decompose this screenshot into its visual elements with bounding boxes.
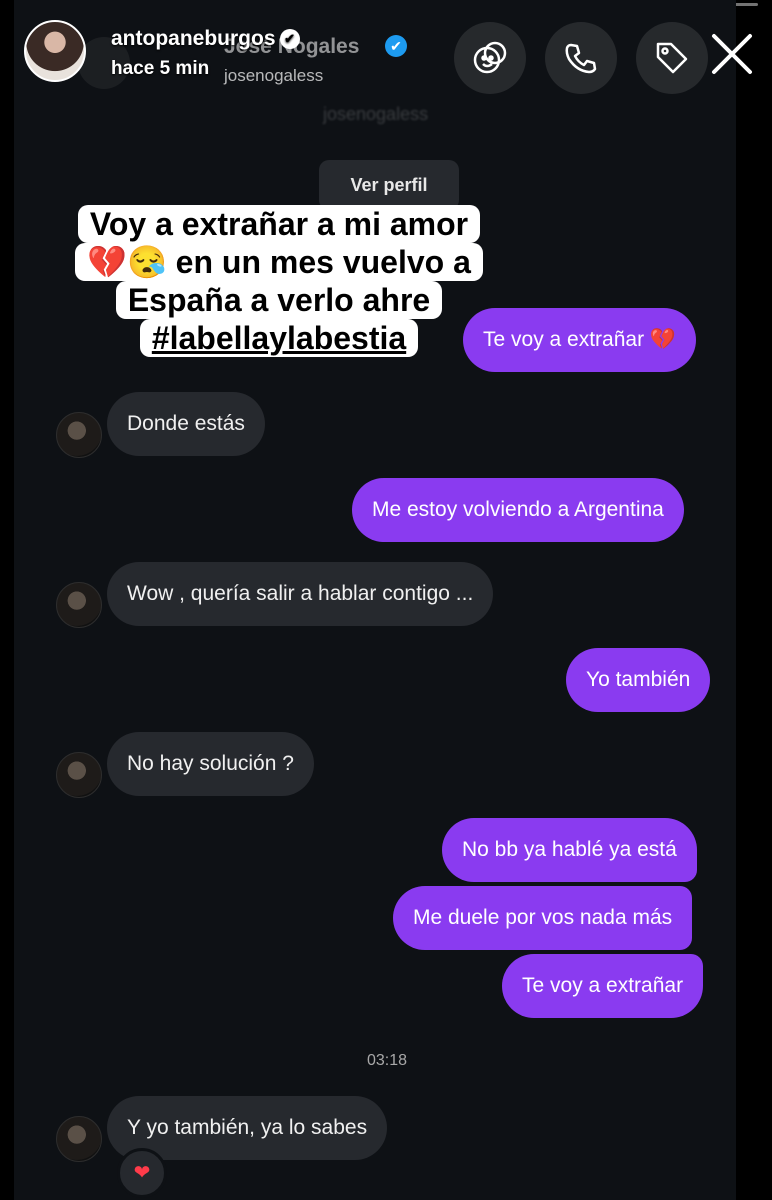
call-button[interactable] bbox=[545, 22, 617, 94]
story-username-text: antopaneburgos bbox=[111, 27, 276, 50]
dm-screenshot: José Nogales ✔ josenogaless josenogaless… bbox=[14, 0, 736, 1200]
phone-icon bbox=[565, 43, 597, 74]
dm-contact-username: josenogaless bbox=[224, 66, 324, 85]
story-text-sticker: Voy a extrañar a mi amor 💔😪 en un mes vu… bbox=[68, 205, 490, 357]
contact-avatar bbox=[56, 412, 102, 458]
hashtag-link[interactable]: #labellaylabestia bbox=[139, 319, 419, 357]
message-outgoing: Me duele por vos nada más bbox=[393, 886, 693, 950]
message-outgoing: Te voy a extrañar bbox=[502, 954, 704, 1018]
view-profile-button[interactable]: Ver perfil bbox=[319, 160, 459, 210]
message-outgoing: No bb ya hablé ya está bbox=[442, 818, 697, 882]
sticker-line: 💔😪 en un mes vuelvo a bbox=[75, 243, 483, 281]
effects-button[interactable] bbox=[454, 22, 526, 94]
message-timestamp: 03:18 bbox=[367, 1052, 408, 1069]
close-icon[interactable] bbox=[706, 28, 758, 80]
verified-badge-icon: ✔ bbox=[279, 29, 300, 50]
story-author-username[interactable]: antopaneburgos ✔ bbox=[111, 27, 300, 51]
message-outgoing: Me estoy volviendo a Argentina bbox=[352, 478, 684, 542]
sticker-line: Voy a extrañar a mi amor bbox=[77, 205, 481, 243]
verified-badge-icon: ✔ bbox=[385, 35, 407, 57]
contact-avatar bbox=[56, 1116, 102, 1162]
message-incoming: Wow , quería salir a hablar contigo ... bbox=[107, 562, 494, 626]
message-incoming: No hay solución ? bbox=[107, 732, 314, 796]
tag-button[interactable] bbox=[636, 22, 708, 94]
dm-contact-username-faded: josenogaless bbox=[323, 104, 429, 124]
story-timestamp: hace 5 min bbox=[111, 58, 210, 79]
message-outgoing: Te voy a extrañar 💔 bbox=[463, 308, 697, 372]
message-incoming: Donde estás bbox=[107, 392, 265, 456]
contact-avatar bbox=[56, 752, 102, 798]
sticker-line: España a verlo ahre bbox=[115, 281, 443, 319]
heart-reaction-icon[interactable]: ❤ bbox=[117, 1148, 167, 1198]
effects-icon bbox=[473, 41, 507, 74]
story-author-avatar[interactable] bbox=[24, 20, 86, 82]
contact-avatar bbox=[56, 582, 102, 628]
message-outgoing: Yo también bbox=[566, 648, 711, 712]
tag-icon bbox=[656, 42, 688, 74]
